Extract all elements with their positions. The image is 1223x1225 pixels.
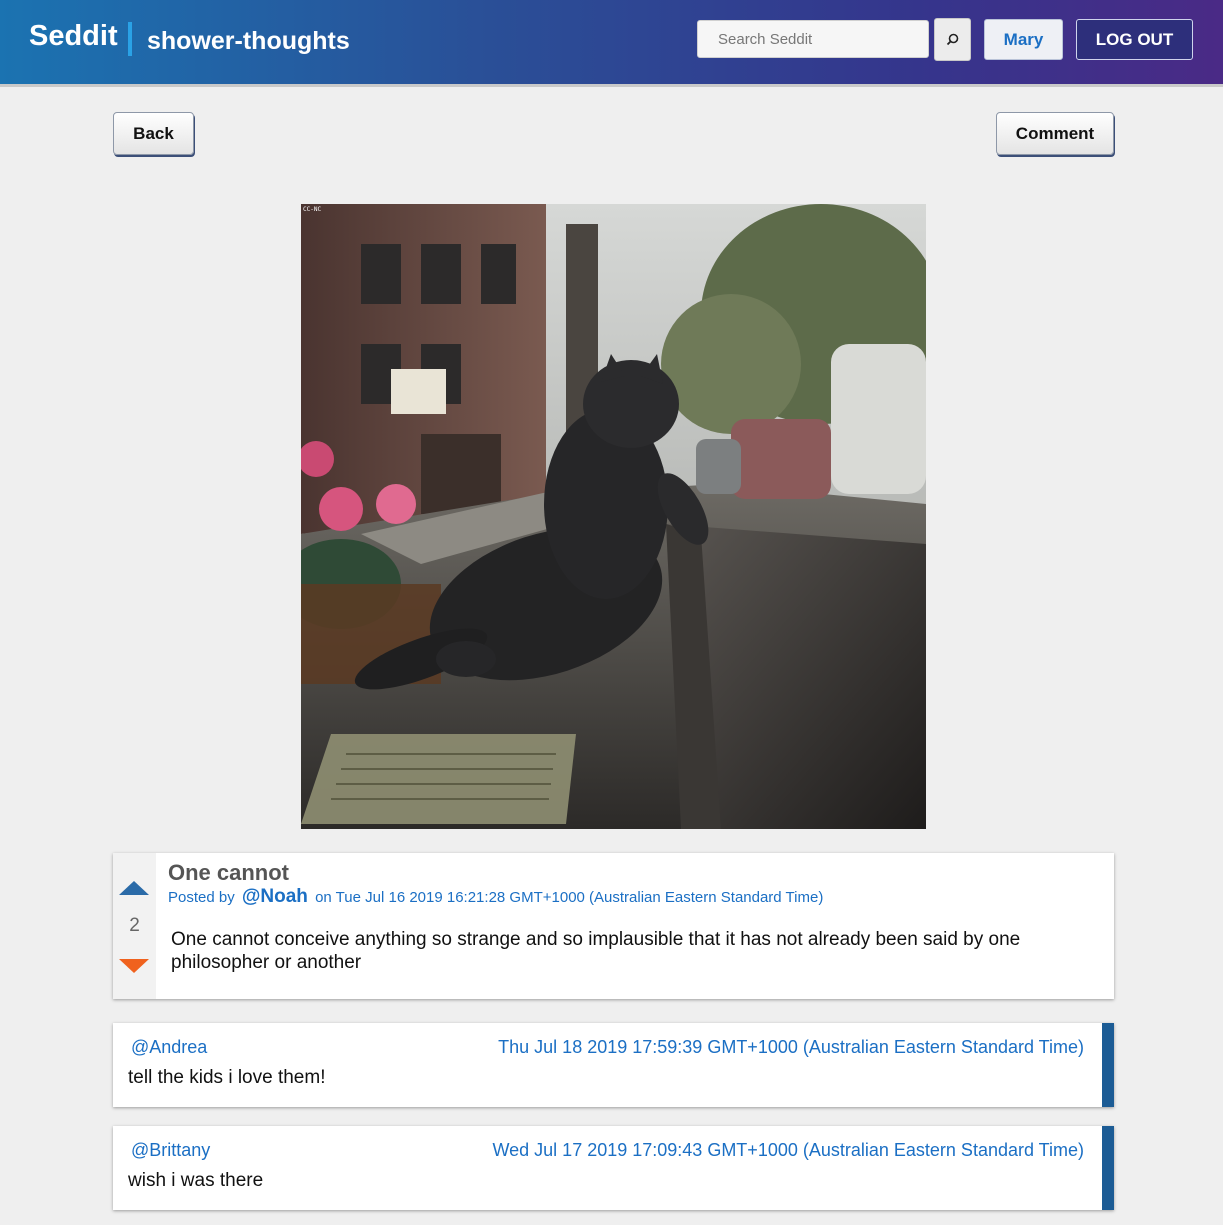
comment-accent-bar <box>1102 1023 1114 1107</box>
search-icon <box>946 33 959 46</box>
post-meta: Posted by @Noah on Tue Jul 16 2019 16:21… <box>168 886 823 908</box>
upvote-arrow-icon[interactable] <box>119 881 149 895</box>
post-title: One cannot <box>168 860 290 885</box>
post-date: on Tue Jul 16 2019 16:21:28 GMT+1000 (Au… <box>315 889 824 906</box>
post-score: 2 <box>129 915 140 936</box>
user-profile-button[interactable]: Mary <box>984 19 1063 60</box>
comment-author-link[interactable]: @Andrea <box>131 1037 207 1058</box>
brand-divider <box>128 22 132 56</box>
image-watermark-label: CC-NC <box>303 206 321 213</box>
comment-author-link[interactable]: @Brittany <box>131 1140 210 1161</box>
comment-card: @Brittany Wed Jul 17 2019 17:09:43 GMT+1… <box>113 1126 1114 1210</box>
top-navbar: Seddit shower-thoughts Mary LOG OUT <box>0 0 1223 87</box>
comment-text: wish i was there <box>128 1170 264 1191</box>
post-body: One cannot conceive anything so strange … <box>171 929 1021 973</box>
comment-button[interactable]: Comment <box>996 112 1114 155</box>
logout-button[interactable]: LOG OUT <box>1076 19 1193 60</box>
comment-accent-bar <box>1102 1126 1114 1210</box>
comment-timestamp: Wed Jul 17 2019 17:09:43 GMT+1000 (Austr… <box>492 1140 1084 1160</box>
post-card: 2 One cannot Posted by @Noah on Tue Jul … <box>113 853 1114 999</box>
comment-timestamp: Thu Jul 18 2019 17:59:39 GMT+1000 (Austr… <box>498 1037 1084 1057</box>
back-button[interactable]: Back <box>113 112 194 155</box>
search-input[interactable] <box>697 20 929 58</box>
vote-column: 2 <box>113 853 156 999</box>
brand-logo[interactable]: Seddit <box>29 20 118 53</box>
post-image: CC-NC <box>301 204 926 829</box>
comment-card: @Andrea Thu Jul 18 2019 17:59:39 GMT+100… <box>113 1023 1114 1107</box>
posted-by-label: Posted by <box>168 889 235 906</box>
search-button[interactable] <box>934 18 971 61</box>
post-author-link[interactable]: @Noah <box>242 886 308 907</box>
comment-text: tell the kids i love them! <box>128 1067 326 1088</box>
downvote-arrow-icon[interactable] <box>119 959 149 973</box>
subreddit-title[interactable]: shower-thoughts <box>147 27 350 56</box>
